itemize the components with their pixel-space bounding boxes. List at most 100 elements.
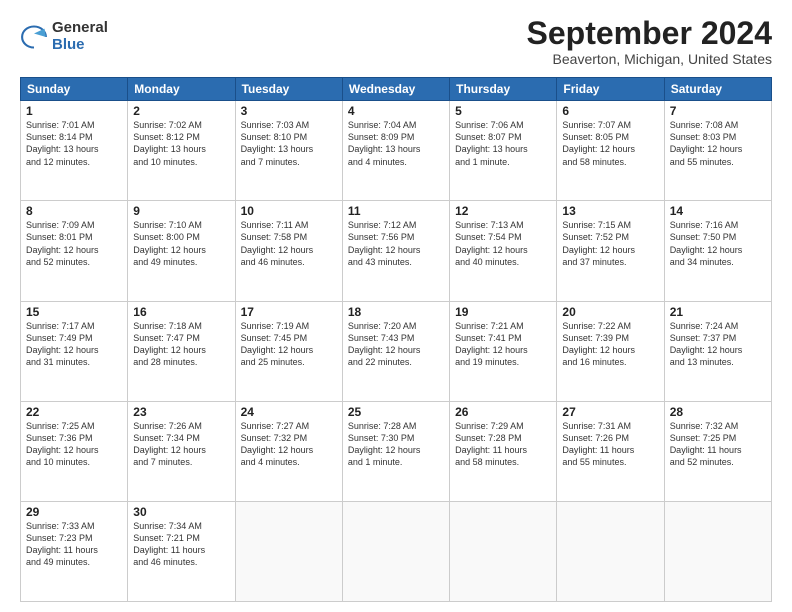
- calendar-cell: 30Sunrise: 7:34 AM Sunset: 7:21 PM Dayli…: [128, 501, 235, 601]
- logo-text: General Blue: [52, 20, 108, 53]
- day-info: Sunrise: 7:28 AM Sunset: 7:30 PM Dayligh…: [348, 420, 444, 469]
- header: General Blue September 2024 Beaverton, M…: [20, 16, 772, 67]
- col-wednesday: Wednesday: [342, 78, 449, 101]
- main-title: September 2024: [527, 16, 772, 51]
- logo-blue: Blue: [52, 37, 108, 54]
- calendar-cell: [342, 501, 449, 601]
- col-sunday: Sunday: [21, 78, 128, 101]
- calendar-cell: 16Sunrise: 7:18 AM Sunset: 7:47 PM Dayli…: [128, 301, 235, 401]
- day-number: 10: [241, 204, 337, 218]
- day-number: 12: [455, 204, 551, 218]
- calendar-cell: [235, 501, 342, 601]
- day-info: Sunrise: 7:01 AM Sunset: 8:14 PM Dayligh…: [26, 119, 122, 168]
- day-info: Sunrise: 7:10 AM Sunset: 8:00 PM Dayligh…: [133, 219, 229, 268]
- calendar-row-1: 1Sunrise: 7:01 AM Sunset: 8:14 PM Daylig…: [21, 101, 772, 201]
- calendar-row-3: 15Sunrise: 7:17 AM Sunset: 7:49 PM Dayli…: [21, 301, 772, 401]
- day-number: 30: [133, 505, 229, 519]
- day-number: 21: [670, 305, 766, 319]
- calendar-cell: 26Sunrise: 7:29 AM Sunset: 7:28 PM Dayli…: [450, 401, 557, 501]
- day-info: Sunrise: 7:31 AM Sunset: 7:26 PM Dayligh…: [562, 420, 658, 469]
- calendar-cell: 2Sunrise: 7:02 AM Sunset: 8:12 PM Daylig…: [128, 101, 235, 201]
- day-number: 7: [670, 104, 766, 118]
- calendar-cell: 17Sunrise: 7:19 AM Sunset: 7:45 PM Dayli…: [235, 301, 342, 401]
- calendar-cell: [450, 501, 557, 601]
- calendar-cell: 11Sunrise: 7:12 AM Sunset: 7:56 PM Dayli…: [342, 201, 449, 301]
- col-saturday: Saturday: [664, 78, 771, 101]
- day-number: 4: [348, 104, 444, 118]
- calendar-cell: [557, 501, 664, 601]
- day-info: Sunrise: 7:03 AM Sunset: 8:10 PM Dayligh…: [241, 119, 337, 168]
- calendar-cell: 10Sunrise: 7:11 AM Sunset: 7:58 PM Dayli…: [235, 201, 342, 301]
- day-info: Sunrise: 7:18 AM Sunset: 7:47 PM Dayligh…: [133, 320, 229, 369]
- calendar-cell: 13Sunrise: 7:15 AM Sunset: 7:52 PM Dayli…: [557, 201, 664, 301]
- logo-icon: [20, 23, 48, 51]
- calendar-cell: 5Sunrise: 7:06 AM Sunset: 8:07 PM Daylig…: [450, 101, 557, 201]
- day-number: 11: [348, 204, 444, 218]
- calendar-table: Sunday Monday Tuesday Wednesday Thursday…: [20, 77, 772, 602]
- calendar-cell: 28Sunrise: 7:32 AM Sunset: 7:25 PM Dayli…: [664, 401, 771, 501]
- day-info: Sunrise: 7:32 AM Sunset: 7:25 PM Dayligh…: [670, 420, 766, 469]
- day-number: 25: [348, 405, 444, 419]
- day-number: 2: [133, 104, 229, 118]
- day-number: 16: [133, 305, 229, 319]
- title-block: September 2024 Beaverton, Michigan, Unit…: [527, 16, 772, 67]
- day-info: Sunrise: 7:11 AM Sunset: 7:58 PM Dayligh…: [241, 219, 337, 268]
- day-info: Sunrise: 7:06 AM Sunset: 8:07 PM Dayligh…: [455, 119, 551, 168]
- day-info: Sunrise: 7:25 AM Sunset: 7:36 PM Dayligh…: [26, 420, 122, 469]
- day-number: 23: [133, 405, 229, 419]
- calendar-cell: 27Sunrise: 7:31 AM Sunset: 7:26 PM Dayli…: [557, 401, 664, 501]
- day-number: 28: [670, 405, 766, 419]
- calendar-cell: 21Sunrise: 7:24 AM Sunset: 7:37 PM Dayli…: [664, 301, 771, 401]
- calendar-cell: 22Sunrise: 7:25 AM Sunset: 7:36 PM Dayli…: [21, 401, 128, 501]
- day-number: 1: [26, 104, 122, 118]
- subtitle: Beaverton, Michigan, United States: [527, 51, 772, 67]
- calendar-cell: 19Sunrise: 7:21 AM Sunset: 7:41 PM Dayli…: [450, 301, 557, 401]
- page: General Blue September 2024 Beaverton, M…: [0, 0, 792, 612]
- calendar-cell: 1Sunrise: 7:01 AM Sunset: 8:14 PM Daylig…: [21, 101, 128, 201]
- calendar-cell: 29Sunrise: 7:33 AM Sunset: 7:23 PM Dayli…: [21, 501, 128, 601]
- day-info: Sunrise: 7:27 AM Sunset: 7:32 PM Dayligh…: [241, 420, 337, 469]
- day-info: Sunrise: 7:16 AM Sunset: 7:50 PM Dayligh…: [670, 219, 766, 268]
- day-number: 29: [26, 505, 122, 519]
- calendar-cell: 9Sunrise: 7:10 AM Sunset: 8:00 PM Daylig…: [128, 201, 235, 301]
- calendar-cell: 8Sunrise: 7:09 AM Sunset: 8:01 PM Daylig…: [21, 201, 128, 301]
- calendar-cell: 14Sunrise: 7:16 AM Sunset: 7:50 PM Dayli…: [664, 201, 771, 301]
- day-info: Sunrise: 7:08 AM Sunset: 8:03 PM Dayligh…: [670, 119, 766, 168]
- calendar-cell: 18Sunrise: 7:20 AM Sunset: 7:43 PM Dayli…: [342, 301, 449, 401]
- col-thursday: Thursday: [450, 78, 557, 101]
- logo: General Blue: [20, 20, 108, 53]
- day-number: 24: [241, 405, 337, 419]
- day-info: Sunrise: 7:17 AM Sunset: 7:49 PM Dayligh…: [26, 320, 122, 369]
- calendar-cell: 25Sunrise: 7:28 AM Sunset: 7:30 PM Dayli…: [342, 401, 449, 501]
- day-number: 19: [455, 305, 551, 319]
- day-info: Sunrise: 7:26 AM Sunset: 7:34 PM Dayligh…: [133, 420, 229, 469]
- day-info: Sunrise: 7:15 AM Sunset: 7:52 PM Dayligh…: [562, 219, 658, 268]
- header-row: Sunday Monday Tuesday Wednesday Thursday…: [21, 78, 772, 101]
- day-info: Sunrise: 7:21 AM Sunset: 7:41 PM Dayligh…: [455, 320, 551, 369]
- day-number: 13: [562, 204, 658, 218]
- day-info: Sunrise: 7:09 AM Sunset: 8:01 PM Dayligh…: [26, 219, 122, 268]
- calendar-cell: 23Sunrise: 7:26 AM Sunset: 7:34 PM Dayli…: [128, 401, 235, 501]
- calendar-cell: 12Sunrise: 7:13 AM Sunset: 7:54 PM Dayli…: [450, 201, 557, 301]
- day-number: 3: [241, 104, 337, 118]
- day-number: 20: [562, 305, 658, 319]
- calendar-cell: [664, 501, 771, 601]
- calendar-row-2: 8Sunrise: 7:09 AM Sunset: 8:01 PM Daylig…: [21, 201, 772, 301]
- day-info: Sunrise: 7:02 AM Sunset: 8:12 PM Dayligh…: [133, 119, 229, 168]
- day-number: 27: [562, 405, 658, 419]
- day-info: Sunrise: 7:29 AM Sunset: 7:28 PM Dayligh…: [455, 420, 551, 469]
- calendar-cell: 3Sunrise: 7:03 AM Sunset: 8:10 PM Daylig…: [235, 101, 342, 201]
- day-number: 14: [670, 204, 766, 218]
- day-info: Sunrise: 7:07 AM Sunset: 8:05 PM Dayligh…: [562, 119, 658, 168]
- day-info: Sunrise: 7:19 AM Sunset: 7:45 PM Dayligh…: [241, 320, 337, 369]
- calendar-cell: 7Sunrise: 7:08 AM Sunset: 8:03 PM Daylig…: [664, 101, 771, 201]
- day-info: Sunrise: 7:20 AM Sunset: 7:43 PM Dayligh…: [348, 320, 444, 369]
- calendar-row-4: 22Sunrise: 7:25 AM Sunset: 7:36 PM Dayli…: [21, 401, 772, 501]
- day-number: 8: [26, 204, 122, 218]
- col-tuesday: Tuesday: [235, 78, 342, 101]
- day-number: 18: [348, 305, 444, 319]
- day-number: 26: [455, 405, 551, 419]
- day-info: Sunrise: 7:13 AM Sunset: 7:54 PM Dayligh…: [455, 219, 551, 268]
- calendar-cell: 20Sunrise: 7:22 AM Sunset: 7:39 PM Dayli…: [557, 301, 664, 401]
- day-number: 9: [133, 204, 229, 218]
